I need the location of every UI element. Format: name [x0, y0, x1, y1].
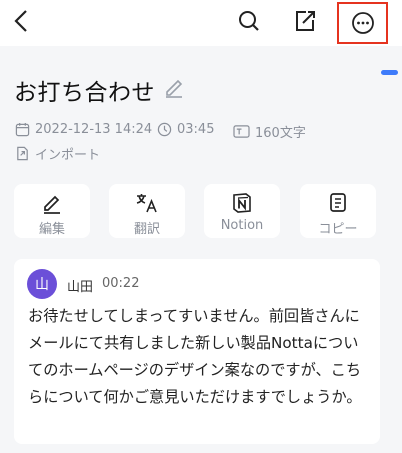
transcript-card: 山 山田 00:22 お待たせしてしまってすいません。前回皆さんにメールにて共有… [14, 259, 380, 444]
timestamp[interactable]: 00:22 [102, 276, 139, 291]
pencil-icon [44, 195, 60, 214]
search-icon[interactable] [235, 6, 263, 36]
edit-button[interactable]: 編集 [14, 184, 90, 238]
export-icon[interactable] [290, 6, 320, 36]
edit-label: 編集 [38, 222, 65, 237]
note-title: お打ち合わせ [14, 80, 155, 106]
meta-char-count: 160文字 [233, 122, 306, 141]
meta-duration: 03:45 [157, 122, 214, 137]
text-count-icon [233, 125, 250, 138]
source-text: インポート [35, 148, 101, 163]
copy-label: コピー [318, 222, 358, 237]
notion-button[interactable]: Notion [204, 184, 280, 238]
calendar-icon [15, 122, 30, 137]
scrollbar[interactable] [381, 70, 398, 75]
notion-icon [233, 193, 251, 213]
avatar[interactable]: 山 [27, 269, 57, 299]
meta-date: 2022-12-13 14:24 [15, 122, 152, 137]
more-icon [351, 12, 374, 34]
note-content: お打ち合わせ 2022-12-13 14:24 03:45 160文字 インポー… [0, 46, 402, 453]
transcript-text[interactable]: お待たせしてしまってすいません。前回皆さんにメールにて共有しました新しい製品No… [28, 303, 372, 411]
notion-label: Notion [220, 218, 264, 233]
edit-title-icon[interactable] [162, 75, 186, 99]
speaker-name[interactable]: 山田 [67, 276, 93, 295]
clock-icon [157, 122, 172, 137]
top-bar [0, 0, 402, 46]
translate-button[interactable]: 翻訳 [109, 184, 185, 238]
translate-icon [136, 194, 157, 213]
copy-button[interactable]: コピー [300, 184, 376, 238]
more-button[interactable] [337, 2, 388, 44]
import-icon [17, 146, 28, 161]
date-text: 2022-12-13 14:24 [35, 122, 153, 137]
translate-label: 翻訳 [133, 222, 160, 237]
char-count-text: 160文字 [255, 126, 306, 141]
copy-icon [330, 193, 346, 212]
duration-text: 03:45 [177, 122, 215, 137]
back-arrow-icon[interactable] [8, 6, 34, 36]
meta-source: インポート [15, 144, 100, 163]
